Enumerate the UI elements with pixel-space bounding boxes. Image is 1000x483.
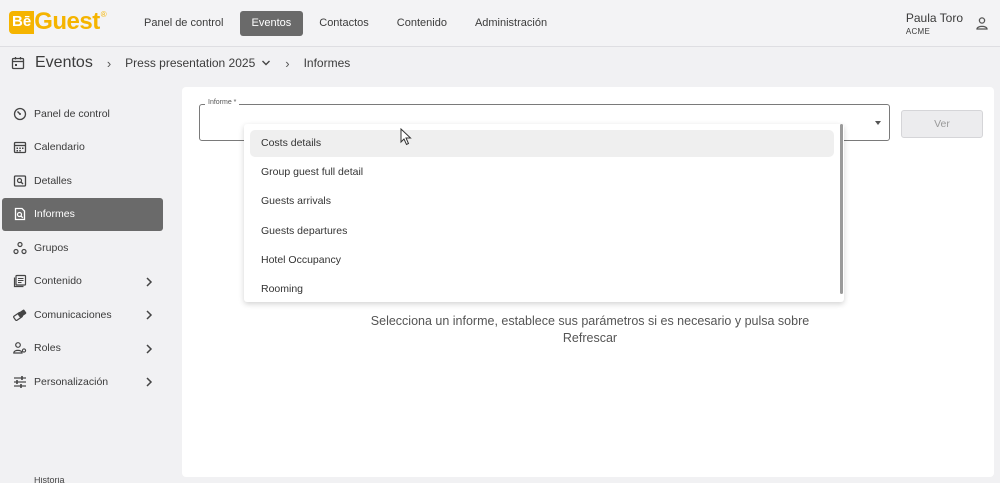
caret-down-icon[interactable]: [875, 121, 881, 125]
sidebar-item-panel-de-control[interactable]: Panel de control: [2, 97, 163, 131]
option-costs-details[interactable]: Costs details: [250, 130, 834, 157]
sidebar-item-label: Comunicaciones: [34, 308, 112, 321]
breadcrumb-title[interactable]: Eventos: [35, 54, 93, 72]
sidebar-item-label: Informes: [34, 208, 75, 221]
sidebar-item-detalles[interactable]: Detalles: [2, 164, 163, 198]
logo-registered-mark: ®: [100, 10, 107, 19]
nav-administracion[interactable]: Administración: [463, 11, 559, 36]
main-nav: Panel de control Eventos Contactos Conte…: [132, 11, 563, 36]
dropdown-scrollbar[interactable]: [840, 124, 843, 294]
user-info[interactable]: Paula Toro ACME: [906, 11, 963, 36]
chevron-right-icon: [146, 276, 153, 287]
mouse-cursor-icon: [400, 128, 412, 146]
nav-contactos[interactable]: Contactos: [307, 11, 381, 36]
chevron-down-icon[interactable]: [261, 58, 271, 68]
footer-fragment: Historia: [34, 477, 65, 483]
nav-eventos[interactable]: Eventos: [239, 11, 304, 36]
chevron-right-icon: [146, 377, 153, 387]
sidebar-item-roles[interactable]: Roles: [2, 332, 163, 366]
sidebar-item-calendario[interactable]: Calendario: [2, 131, 163, 165]
option-guests-departures[interactable]: Guests departures: [250, 218, 834, 245]
report-options-dropdown: Costs details Group guest full detail Gu…: [244, 124, 844, 302]
sidebar-item-label: Roles: [34, 342, 61, 355]
sidebar-item-label: Calendario: [34, 141, 85, 154]
sidebar: Panel de control Calendario Detalles Inf…: [0, 97, 170, 399]
breadcrumb-current: Informes: [303, 56, 351, 70]
empty-state-message: Selecciona un informe, establece sus par…: [370, 314, 810, 345]
sidebar-item-label: Grupos: [34, 241, 69, 254]
logo-guest: Guest: [34, 8, 100, 35]
sidebar-item-grupos[interactable]: Grupos: [2, 231, 163, 265]
sidebar-item-personalizacion[interactable]: Personalización: [2, 365, 163, 399]
logo-be: Bē: [9, 10, 35, 34]
breadcrumb-event[interactable]: Press presentation 2025: [125, 56, 255, 70]
sidebar-item-label: Detalles: [34, 174, 72, 187]
report-select-label: Informe *: [205, 99, 240, 106]
calendar-icon: [11, 57, 25, 70]
top-bar: Bē Guest ® Panel de control Eventos Cont…: [0, 0, 1000, 47]
sidebar-item-label: Contenido: [34, 275, 82, 288]
option-hotel-occupancy[interactable]: Hotel Occupancy: [250, 247, 834, 274]
user-name: Paula Toro: [905, 11, 963, 25]
chevron-right-icon: ›: [106, 55, 112, 71]
sidebar-item-informes[interactable]: Informes: [2, 197, 163, 231]
chevron-right-icon: [146, 343, 153, 354]
report-icon: [14, 208, 26, 221]
content-icon: [13, 275, 27, 288]
option-group-guest-full-detail[interactable]: Group guest full detail: [250, 159, 834, 186]
nav-contenido[interactable]: Contenido: [385, 11, 459, 36]
option-guests-arrivals[interactable]: Guests arrivals: [250, 188, 834, 215]
dashboard-icon: [13, 107, 27, 120]
breadcrumb: Eventos › Press presentation 2025 › Info…: [0, 47, 1000, 79]
sidebar-item-label: Personalización: [34, 375, 109, 388]
calendar-icon: [13, 142, 27, 154]
user-org: ACME: [905, 27, 931, 36]
communications-icon: [13, 309, 27, 321]
chevron-right-icon: ›: [285, 55, 290, 71]
customization-icon: [14, 375, 26, 388]
chevron-right-icon: [146, 310, 153, 320]
sidebar-item-label: Panel de control: [34, 107, 110, 120]
roles-icon: [13, 342, 27, 354]
option-rooming[interactable]: Rooming: [250, 276, 834, 303]
person-icon[interactable]: [975, 16, 989, 30]
ver-button[interactable]: Ver: [901, 110, 983, 138]
details-icon: [13, 175, 27, 187]
groups-icon: [13, 241, 27, 254]
sidebar-item-comunicaciones[interactable]: Comunicaciones: [2, 298, 163, 332]
beguest-logo[interactable]: Bē Guest ®: [9, 10, 107, 34]
nav-panel-de-control[interactable]: Panel de control: [132, 11, 236, 36]
sidebar-item-contenido[interactable]: Contenido: [2, 265, 163, 299]
